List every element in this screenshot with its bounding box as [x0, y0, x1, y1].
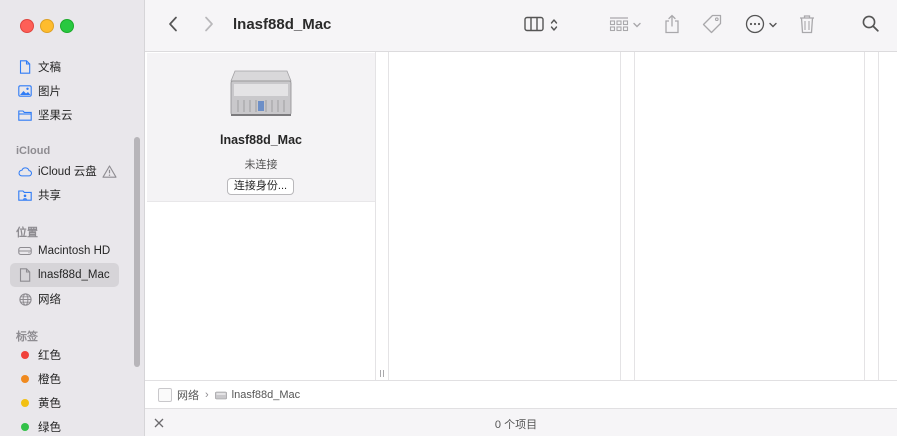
- sidebar-item-label: 绿色: [38, 422, 61, 434]
- trash-button[interactable]: [797, 13, 817, 37]
- sidebar-item-shared[interactable]: 共享: [10, 183, 119, 207]
- sidebar-tag-red[interactable]: 红色: [10, 343, 119, 367]
- tag-icon: [702, 14, 722, 37]
- ellipsis-circle-icon: [745, 14, 765, 37]
- more-actions-button[interactable]: [742, 13, 780, 37]
- sidebar-item-label: iCloud 云盘: [38, 166, 97, 178]
- photo-icon: [18, 84, 32, 98]
- sidebar-item-lnasf88d-mac[interactable]: lnasf88d_Mac: [10, 263, 119, 287]
- column-browser: lnasf88d_Mac 未连接 连接身份...: [145, 52, 897, 380]
- column-divider: [878, 52, 879, 380]
- tag-color-dot: [21, 351, 29, 359]
- tag-color-dot: [21, 399, 29, 407]
- sidebar-item-label: 黄色: [38, 398, 61, 410]
- column-divider: [634, 52, 635, 380]
- document-icon: [18, 268, 32, 282]
- view-mode-button[interactable]: [519, 13, 563, 37]
- column-resize-handle[interactable]: [378, 367, 386, 377]
- column-divider: [388, 52, 389, 380]
- item-count: 0 个项目: [494, 419, 538, 431]
- path-item-network[interactable]: 网络: [158, 387, 199, 403]
- sidebar: 文稿 图片 坚果云 iCloud iCloud 云盘 共享 位置 Macinto…: [0, 0, 145, 436]
- toolbar: lnasf88d_Mac: [145, 0, 897, 52]
- sidebar-item-label: lnasf88d_Mac: [38, 269, 110, 281]
- trash-icon: [799, 14, 815, 37]
- sidebar-tag-green[interactable]: 绿色: [10, 415, 119, 436]
- column-divider: [375, 52, 376, 380]
- grid-group-icon: [609, 16, 629, 35]
- server-small-icon: [214, 390, 227, 400]
- connection-status: 未连接: [244, 159, 278, 171]
- connect-as-button[interactable]: 连接身份...: [227, 178, 294, 195]
- sidebar-item-documents[interactable]: 文稿: [10, 55, 119, 79]
- tag-color-dot: [21, 375, 29, 383]
- group-button[interactable]: [605, 13, 645, 37]
- tag-button[interactable]: [700, 13, 724, 37]
- document-icon: [18, 60, 32, 74]
- path-bar: 网络 › lnasf88d_Mac: [145, 380, 897, 408]
- sidebar-section-icloud: iCloud: [16, 145, 51, 157]
- minimize-window-button[interactable]: [40, 19, 54, 33]
- network-folder-icon: [158, 387, 172, 402]
- sidebar-item-label: 红色: [38, 350, 61, 362]
- close-window-button[interactable]: [20, 19, 34, 33]
- sidebar-item-icloud-drive[interactable]: iCloud 云盘: [10, 159, 119, 183]
- share-button[interactable]: [662, 13, 682, 37]
- chevron-left-icon: [168, 16, 178, 35]
- status-bar: 0 个项目: [145, 408, 897, 436]
- sidebar-scrollbar[interactable]: [134, 137, 140, 367]
- forward-button[interactable]: [199, 13, 219, 37]
- share-icon: [664, 14, 680, 37]
- columns-view-icon: [524, 16, 544, 35]
- server-info-card: lnasf88d_Mac 未连接 连接身份...: [147, 53, 375, 202]
- server-icon: [229, 67, 293, 122]
- sidebar-section-tags: 标签: [16, 331, 38, 343]
- back-button[interactable]: [163, 13, 183, 37]
- column-divider: [864, 52, 865, 380]
- sidebar-item-label: 网络: [38, 294, 61, 306]
- sidebar-item-label: 坚果云: [38, 110, 73, 122]
- sidebar-item-label: 图片: [38, 86, 61, 98]
- path-item-label: lnasf88d_Mac: [231, 388, 301, 401]
- warning-icon: [102, 164, 117, 178]
- chevron-down-icon: [633, 22, 641, 28]
- sidebar-item-network[interactable]: 网络: [10, 287, 119, 311]
- sidebar-item-jianguoyun[interactable]: 坚果云: [10, 103, 119, 127]
- window-title: lnasf88d_Mac: [233, 16, 332, 33]
- search-icon: [862, 15, 879, 35]
- path-item-label: 网络: [177, 389, 199, 402]
- chevron-down-icon: [769, 22, 777, 28]
- maximize-window-button[interactable]: [60, 19, 74, 33]
- chevron-right-icon: ›: [205, 388, 209, 401]
- path-item-server[interactable]: lnasf88d_Mac: [214, 388, 301, 401]
- finder-window: 文稿 图片 坚果云 iCloud iCloud 云盘 共享 位置 Macinto…: [0, 0, 897, 436]
- search-button[interactable]: [859, 13, 881, 37]
- sidebar-tag-orange[interactable]: 橙色: [10, 367, 119, 391]
- disk-icon: [18, 244, 32, 258]
- up-down-chevron-icon: [550, 18, 558, 32]
- sidebar-item-macintosh-hd[interactable]: Macintosh HD: [10, 239, 119, 263]
- sidebar-item-pictures[interactable]: 图片: [10, 79, 119, 103]
- column-divider: [620, 52, 621, 380]
- sidebar-item-label: 橙色: [38, 374, 61, 386]
- sidebar-tag-yellow[interactable]: 黄色: [10, 391, 119, 415]
- chevron-right-icon: [204, 16, 214, 35]
- sidebar-item-label: 文稿: [38, 62, 61, 74]
- sidebar-item-label: 共享: [38, 190, 61, 202]
- shared-folder-icon: [18, 188, 32, 202]
- sidebar-item-label: Macintosh HD: [38, 245, 111, 257]
- sidebar-section-locations: 位置: [16, 227, 38, 239]
- server-name: lnasf88d_Mac: [220, 133, 302, 147]
- globe-icon: [18, 292, 32, 306]
- tag-color-dot: [21, 423, 29, 431]
- cloud-icon: [18, 164, 32, 178]
- folder-icon: [18, 108, 32, 122]
